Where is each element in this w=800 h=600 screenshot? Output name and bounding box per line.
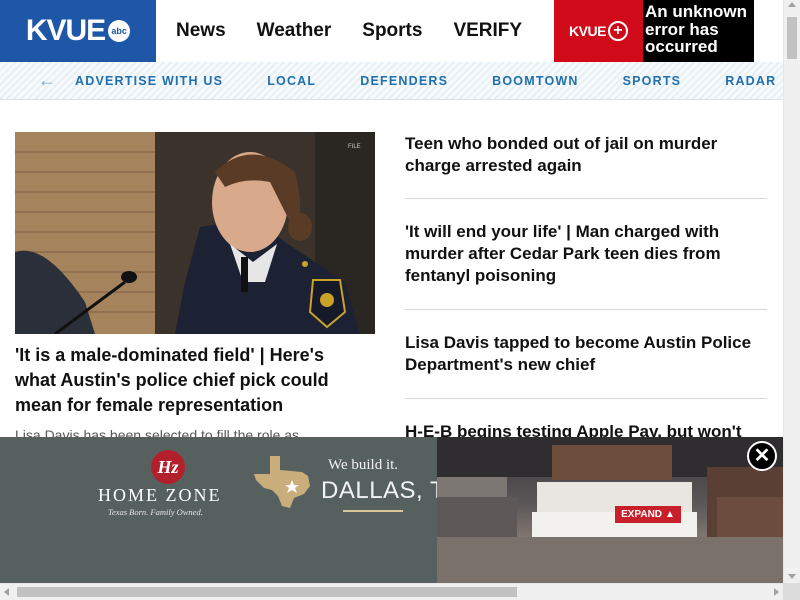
story-divider — [405, 309, 767, 310]
file-badge: FILE — [348, 144, 361, 150]
main-nav: News Weather Sports VERIFY — [176, 0, 553, 62]
nav-news[interactable]: News — [176, 20, 226, 42]
scroll-right-icon[interactable] — [774, 588, 779, 596]
expand-label: EXPAND — [621, 509, 663, 520]
page: KVUE abc News Weather Sports VERIFY KVUE… — [0, 0, 800, 600]
police-chief-photo: FILE — [15, 132, 375, 334]
ad-tagline: Texas Born. Family Owned. — [108, 507, 203, 517]
arrow-left-icon[interactable]: ← — [32, 70, 62, 91]
scroll-up-icon[interactable] — [788, 2, 796, 7]
texas-map-icon — [254, 456, 310, 508]
ad-underline — [343, 510, 403, 512]
ad-built-text: We build it. — [328, 457, 399, 473]
plus-icon: + — [607, 21, 628, 41]
top-header: KVUE abc News Weather Sports VERIFY KVUE… — [0, 0, 783, 62]
lead-headline[interactable]: 'It is a male-dominated field' | Here's … — [15, 343, 360, 418]
caret-up-icon: ▲ — [665, 509, 675, 520]
ad-brand: HOME ZONE — [98, 485, 222, 505]
subnav-defenders[interactable]: DEFENDERS — [360, 74, 448, 88]
scroll-left-icon[interactable] — [4, 588, 9, 596]
close-icon[interactable]: ✕ — [747, 441, 777, 471]
homezone-logo-icon: Hz — [151, 450, 185, 484]
horizontal-scrollbar[interactable] — [0, 583, 800, 600]
ad-banner[interactable]: Hz HOME ZONE Texas Born. Family Owned. W… — [0, 437, 783, 583]
nav-sports[interactable]: Sports — [362, 20, 422, 42]
story-divider — [405, 398, 767, 399]
sub-nav: ← ADVERTISE WITH US LOCAL DEFENDERS BOOM… — [0, 62, 783, 100]
kvueplus-label: KVUE — [569, 23, 606, 39]
abc-badge-icon: abc — [108, 20, 131, 42]
story-divider — [405, 198, 767, 199]
error-message: An unknown error has occurred — [643, 0, 754, 62]
subnav-advertise[interactable]: ADVERTISE WITH US — [75, 74, 223, 88]
subnav-sports[interactable]: SPORTS — [623, 74, 682, 88]
expand-button[interactable]: EXPAND ▲ — [615, 506, 681, 523]
vertical-scroll-thumb[interactable] — [787, 17, 797, 59]
nav-verify[interactable]: VERIFY — [453, 20, 522, 42]
vertical-scrollbar[interactable] — [783, 0, 800, 583]
scrollbar-corner — [783, 583, 800, 600]
kvueplus-button[interactable]: KVUE + — [554, 0, 643, 62]
story-link-1[interactable]: Teen who bonded out of jail on murder ch… — [405, 133, 767, 177]
story-link-2[interactable]: 'It will end your life' | Man charged wi… — [405, 221, 767, 287]
nav-weather[interactable]: Weather — [257, 20, 332, 42]
horizontal-scroll-thumb[interactable] — [17, 587, 517, 597]
logo-text: KVUE — [25, 14, 106, 47]
subnav-local[interactable]: LOCAL — [267, 74, 316, 88]
kvue-logo[interactable]: KVUE abc — [0, 0, 156, 62]
lead-story-image[interactable]: FILE — [15, 132, 375, 334]
subnav-radar[interactable]: RADAR — [725, 74, 776, 88]
story-link-3[interactable]: Lisa Davis tapped to become Austin Polic… — [405, 332, 767, 376]
subnav-boomtown[interactable]: BOOMTOWN — [492, 74, 578, 88]
ad-furniture-photo — [437, 437, 783, 583]
scroll-down-icon[interactable] — [788, 574, 796, 579]
